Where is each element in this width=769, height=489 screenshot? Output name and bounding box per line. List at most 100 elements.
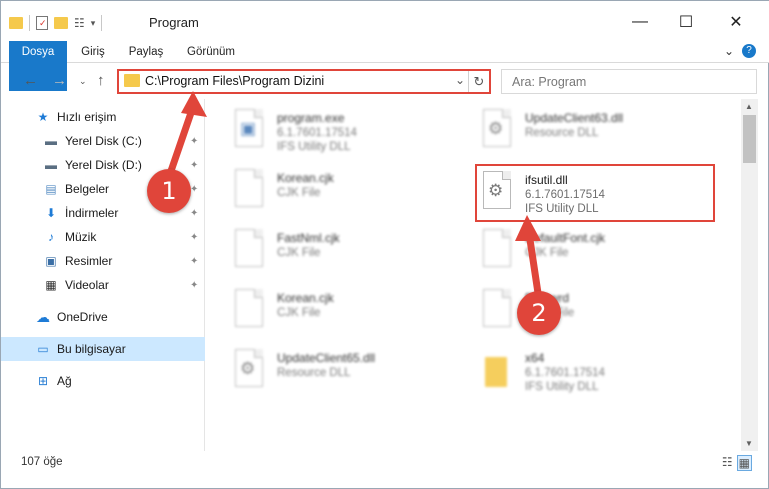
pin-icon[interactable]: ✦ (190, 184, 198, 195)
file-name: UpdateClient63.dll (525, 111, 624, 125)
customize-toolbar-icon[interactable]: ▾ (91, 18, 96, 29)
cjk-file-icon (481, 229, 513, 269)
folder-icon (124, 74, 140, 87)
folder-icon (481, 349, 513, 389)
minimize-button[interactable]: — (617, 7, 663, 37)
step-marker-two: 2 (517, 291, 561, 335)
file-description: IFS Utility DLL (277, 141, 351, 153)
music-icon: ♪ (48, 230, 54, 244)
address-bar[interactable]: C:\Program Files\Program Dizini ⌄ ↻ (117, 69, 491, 94)
file-item[interactable]: Korean.cjk CJK File (233, 285, 463, 335)
sidebar-item-label: Yerel Disk (C:) (65, 134, 142, 148)
file-name: UpdateClient65.dll (277, 351, 376, 365)
sidebar-item-label: Ağ (57, 374, 72, 388)
sidebar-item-label: İndirmeler (65, 206, 119, 220)
title-bar: ✓ ☷ ▾ Program — ☐ ✕ (1, 1, 769, 41)
file-item[interactable]: Dbc.wrd WRD File (481, 285, 711, 335)
sidebar-item-pictures[interactable]: ▣ Resimler ✦ (1, 249, 205, 273)
navigation-bar: ← → ⌄ ↑ C:\Program Files\Program Dizini … (1, 63, 769, 99)
cjk-file-icon (233, 169, 265, 209)
file-name: DefaultFont.cjk (525, 231, 606, 245)
address-dropdown-icon[interactable]: ⌄ (455, 73, 465, 87)
toolbar-divider (29, 15, 30, 31)
file-item[interactable]: ⚙ UpdateClient63.dll Resource DLL (481, 105, 711, 155)
pin-icon[interactable]: ✦ (190, 280, 198, 291)
sidebar-item-quick-access[interactable]: ★ Hızlı erişim (1, 105, 205, 129)
up-arrow-icon[interactable]: ↑ (97, 72, 105, 89)
details-view-icon[interactable]: ☷ (722, 455, 733, 471)
file-name: x64 (525, 351, 545, 365)
pin-icon[interactable]: ✦ (190, 256, 198, 267)
properties-icon[interactable]: ✓ (36, 16, 48, 30)
file-item[interactable]: DefaultFont.cjk CJK File (481, 225, 711, 275)
this-pc-icon: ▭ (37, 342, 49, 356)
tab-view[interactable]: Görünüm (179, 41, 243, 63)
toolbar-divider (101, 15, 103, 31)
file-type: CJK File (277, 247, 321, 259)
sidebar-item-drive-c[interactable]: ▬ Yerel Disk (C:) ✦ (1, 129, 205, 153)
sidebar-item-label: OneDrive (57, 310, 108, 324)
sidebar-item-label: Müzik (65, 230, 97, 244)
search-placeholder: Ara: Program (512, 75, 587, 89)
scroll-down-icon[interactable]: ▼ (745, 439, 753, 448)
tab-home[interactable]: Giriş (73, 41, 113, 63)
sidebar-item-videos[interactable]: ▦ Videolar ✦ (1, 273, 205, 297)
tab-share[interactable]: Paylaş (121, 41, 171, 63)
view-options-icon[interactable]: ☷ (74, 16, 85, 30)
help-icon[interactable]: ? (742, 44, 756, 58)
sidebar-item-label: Hızlı erişim (57, 110, 117, 124)
file-type: CJK File (277, 187, 321, 199)
search-input[interactable]: Ara: Program (501, 69, 757, 94)
navigation-pane: ★ Hızlı erişim ▬ Yerel Disk (C:) ✦ ▬ Yer… (1, 99, 205, 451)
refresh-icon[interactable]: ↻ (468, 71, 489, 92)
onedrive-icon: ☁ (36, 308, 50, 325)
vertical-scrollbar[interactable]: ▲ ▼ (741, 99, 758, 451)
file-item[interactable]: ▣ program.exe 6.1.7601.17514 IFS Utility… (233, 105, 463, 155)
sidebar-item-this-pc[interactable]: ▭ Bu bilgisayar (1, 337, 205, 361)
wrd-file-icon (481, 289, 513, 329)
cjk-file-icon (233, 229, 265, 269)
file-item[interactable]: Korean.cjk CJK File (233, 165, 463, 215)
file-description: IFS Utility DLL (525, 381, 599, 393)
quick-access-toolbar: ✓ ☷ ▾ (9, 13, 103, 33)
file-name: Korean.cjk (277, 171, 334, 185)
network-icon: ⊞ (37, 374, 49, 388)
file-item[interactable]: x64 6.1.7601.17514 IFS Utility DLL (481, 345, 711, 395)
file-version: 6.1.7601.17514 (277, 127, 357, 139)
file-type: Resource DLL (525, 127, 599, 139)
sidebar-item-label: Yerel Disk (D:) (65, 158, 142, 172)
close-button[interactable]: ✕ (713, 7, 759, 37)
dll-file-icon: ⚙ (481, 109, 513, 149)
window-title: Program (149, 15, 199, 30)
file-item[interactable]: ⚙ UpdateClient65.dll Resource DLL (233, 345, 463, 395)
sidebar-item-music[interactable]: ♪ Müzik ✦ (1, 225, 205, 249)
scrollbar-thumb[interactable] (743, 115, 756, 163)
forward-arrow-icon[interactable]: → (52, 72, 67, 89)
pin-icon[interactable]: ✦ (190, 136, 198, 147)
drive-c-icon: ▬ (45, 134, 57, 148)
dll-file-icon: ⚙ (233, 349, 265, 389)
file-highlight-box (475, 164, 715, 222)
scroll-up-icon[interactable]: ▲ (745, 102, 753, 111)
file-item[interactable]: FastNml.cjk CJK File (233, 225, 463, 275)
back-arrow-icon[interactable]: ← (23, 72, 38, 89)
file-name: Korean.cjk (277, 291, 334, 305)
expand-ribbon-icon[interactable]: ⌄ (724, 44, 734, 58)
new-folder-icon[interactable] (54, 17, 68, 29)
maximize-button[interactable]: ☐ (663, 7, 709, 37)
file-version: 6.1.7601.17514 (525, 367, 605, 379)
exe-file-icon: ▣ (233, 109, 265, 149)
sidebar-item-label: Belgeler (65, 182, 110, 196)
downloads-icon: ⬇ (45, 206, 57, 220)
pin-icon[interactable]: ✦ (190, 232, 198, 243)
recent-locations-icon[interactable]: ⌄ (79, 76, 87, 87)
sidebar-item-label: Resimler (65, 254, 113, 268)
pin-icon[interactable]: ✦ (190, 160, 198, 171)
sidebar-item-network[interactable]: ⊞ Ağ (1, 369, 205, 393)
sidebar-item-onedrive[interactable]: ☁ OneDrive (1, 305, 205, 329)
drive-d-icon: ▬ (45, 158, 57, 172)
file-type: CJK File (525, 247, 569, 259)
address-path[interactable]: C:\Program Files\Program Dizini (145, 74, 324, 88)
pin-icon[interactable]: ✦ (190, 208, 198, 219)
tiles-view-icon[interactable]: ▦ (736, 455, 752, 471)
